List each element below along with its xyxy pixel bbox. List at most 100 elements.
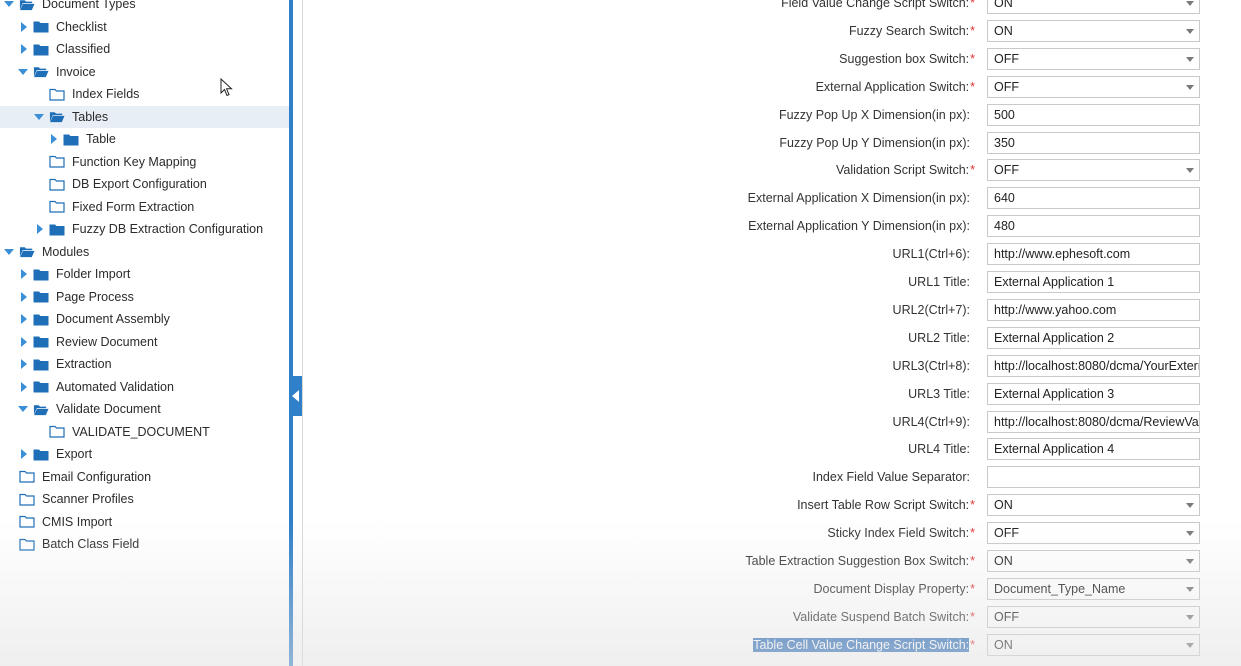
field-label: URL4(Ctrl+9):: [893, 414, 975, 430]
field-select[interactable]: OFF: [987, 522, 1200, 545]
tree-node-label: Document Assembly: [56, 312, 170, 326]
panel-splitter[interactable]: [289, 0, 293, 666]
field-input[interactable]: External Application 1: [987, 271, 1200, 293]
expand-arrow-closed-icon[interactable]: [48, 128, 58, 150]
expand-arrow-closed-icon[interactable]: [18, 353, 28, 375]
field-input[interactable]: External Application 4: [987, 438, 1200, 461]
field-label: Validation Script Switch:*: [836, 162, 975, 178]
field-select[interactable]: ON: [987, 494, 1200, 517]
no-arrow-spacer: [34, 151, 44, 173]
field-label-text: Table Cell Value Change Script Switch:: [753, 637, 970, 652]
folder-outline-icon: [49, 200, 65, 214]
tree-node[interactable]: VALIDATE_DOCUMENT: [34, 421, 210, 443]
expand-arrow-open-icon[interactable]: [18, 61, 28, 83]
tree-node[interactable]: Extraction: [18, 353, 112, 375]
expand-arrow-open-icon[interactable]: [18, 398, 28, 420]
tree-node[interactable]: Function Key Mapping: [34, 151, 196, 173]
tree-node[interactable]: Table: [48, 128, 116, 150]
tree-node-label: Fixed Form Extraction: [72, 199, 195, 214]
tree-node-label: Scanner Profiles: [42, 492, 134, 506]
expand-arrow-closed-icon[interactable]: [18, 38, 28, 60]
field-select[interactable]: ON: [987, 0, 1200, 14]
tree-node[interactable]: Page Process: [18, 286, 134, 308]
expand-arrow-closed-icon[interactable]: [18, 376, 28, 398]
tree-node-label: Document Types: [42, 0, 136, 11]
field-select[interactable]: OFF: [987, 75, 1200, 98]
field-label: Field Value Change Script Switch:*: [781, 0, 975, 11]
expand-arrow-open-icon[interactable]: [4, 241, 14, 263]
folder-outline-icon: [49, 87, 65, 101]
field-input[interactable]: 500: [987, 103, 1200, 126]
tree-node[interactable]: Export: [18, 443, 92, 465]
folder-icon: [33, 20, 49, 34]
expand-arrow-open-icon[interactable]: [4, 0, 14, 15]
expand-arrow-closed-icon[interactable]: [18, 443, 28, 465]
tree-node[interactable]: Fuzzy DB Extraction Configuration: [34, 218, 263, 240]
field-select[interactable]: OFF: [987, 47, 1200, 70]
collapse-panel-button[interactable]: [290, 376, 302, 416]
expand-arrow-closed-icon[interactable]: [34, 218, 44, 240]
field-input[interactable]: [987, 466, 1200, 489]
field-select[interactable]: OFF: [987, 159, 1200, 182]
tree-node[interactable]: Review Document: [18, 331, 157, 353]
folder-icon: [33, 312, 49, 326]
expand-arrow-closed-icon[interactable]: [18, 308, 28, 330]
field-input[interactable]: http://localhost:8080/dcma/YourExterna: [987, 354, 1200, 377]
field-label: URL1(Ctrl+6):: [893, 246, 975, 262]
tree-node[interactable]: Validate Document: [18, 398, 161, 420]
field-input[interactable]: 350: [987, 131, 1200, 154]
tree-node[interactable]: Tables: [0, 105, 289, 128]
field-value: External Application 1: [994, 275, 1115, 289]
field-input[interactable]: http://www.ephesoft.com: [987, 243, 1200, 266]
field-input[interactable]: 640: [987, 187, 1200, 210]
field-value: OFF: [994, 526, 1019, 541]
tree-node[interactable]: Batch Class Field: [4, 533, 139, 555]
field-input[interactable]: http://www.yahoo.com: [987, 298, 1200, 321]
field-select[interactable]: ON: [987, 19, 1200, 42]
tree-node[interactable]: Invoice: [18, 61, 96, 83]
field-label: Insert Table Row Script Switch:*: [797, 497, 975, 513]
tree-node-label: Export: [56, 447, 93, 461]
expand-arrow-closed-icon[interactable]: [18, 263, 28, 285]
field-select[interactable]: Document_Type_Name: [987, 577, 1200, 600]
folder-icon: [33, 335, 49, 349]
tree-node[interactable]: Email Configuration: [4, 466, 151, 488]
field-label-text: Sticky Index Field Switch:: [827, 526, 970, 541]
field-select[interactable]: ON: [987, 550, 1200, 572]
field-label: Fuzzy Search Switch:*: [849, 23, 975, 39]
field-value: ON: [994, 554, 1013, 568]
expand-arrow-closed-icon[interactable]: [18, 286, 28, 308]
tree-node[interactable]: Checklist: [18, 16, 107, 38]
field-label-text: URL1(Ctrl+6):: [892, 247, 970, 262]
expand-arrow-closed-icon[interactable]: [18, 331, 28, 353]
tree-node[interactable]: Folder Import: [18, 263, 130, 285]
tree-node[interactable]: CMIS Import: [4, 511, 112, 533]
field-label-text: Index Field Value Separator:: [812, 470, 970, 485]
expand-arrow-closed-icon[interactable]: [18, 16, 28, 38]
folder-outline-icon: [49, 425, 65, 439]
field-input[interactable]: http://localhost:8080/dcma/ReviewValic: [987, 410, 1200, 433]
tree-node[interactable]: Index Fields: [34, 83, 139, 105]
field-value: http://localhost:8080/dcma/ReviewValic: [994, 414, 1200, 429]
tree-node[interactable]: Classified: [18, 38, 110, 60]
tree-node[interactable]: DB Export Configuration: [34, 173, 207, 195]
tree-node[interactable]: Fixed Form Extraction: [34, 196, 194, 218]
dropdown-caret-icon: [1186, 1, 1194, 6]
tree-node[interactable]: Scanner Profiles: [4, 488, 134, 510]
field-select[interactable]: ON: [987, 633, 1200, 656]
field-select[interactable]: OFF: [987, 605, 1200, 628]
folder-open-icon: [49, 110, 65, 124]
folder-outline-icon: [19, 515, 35, 529]
tree-node[interactable]: Automated Validation: [18, 376, 174, 398]
field-label: External Application X Dimension(in px):: [748, 190, 975, 206]
field-input[interactable]: External Application 2: [987, 326, 1200, 349]
field-input[interactable]: External Application 3: [987, 382, 1200, 405]
field-value: External Application 2: [994, 330, 1115, 345]
expand-arrow-open-icon[interactable]: [34, 106, 44, 128]
field-label-text: External Application Y Dimension(in px):: [748, 219, 970, 234]
tree-node[interactable]: Document Types: [4, 0, 136, 15]
tree-node[interactable]: Modules: [4, 241, 89, 263]
field-value: ON: [994, 23, 1013, 38]
field-input[interactable]: 480: [987, 215, 1200, 238]
tree-node[interactable]: Document Assembly: [18, 308, 170, 330]
